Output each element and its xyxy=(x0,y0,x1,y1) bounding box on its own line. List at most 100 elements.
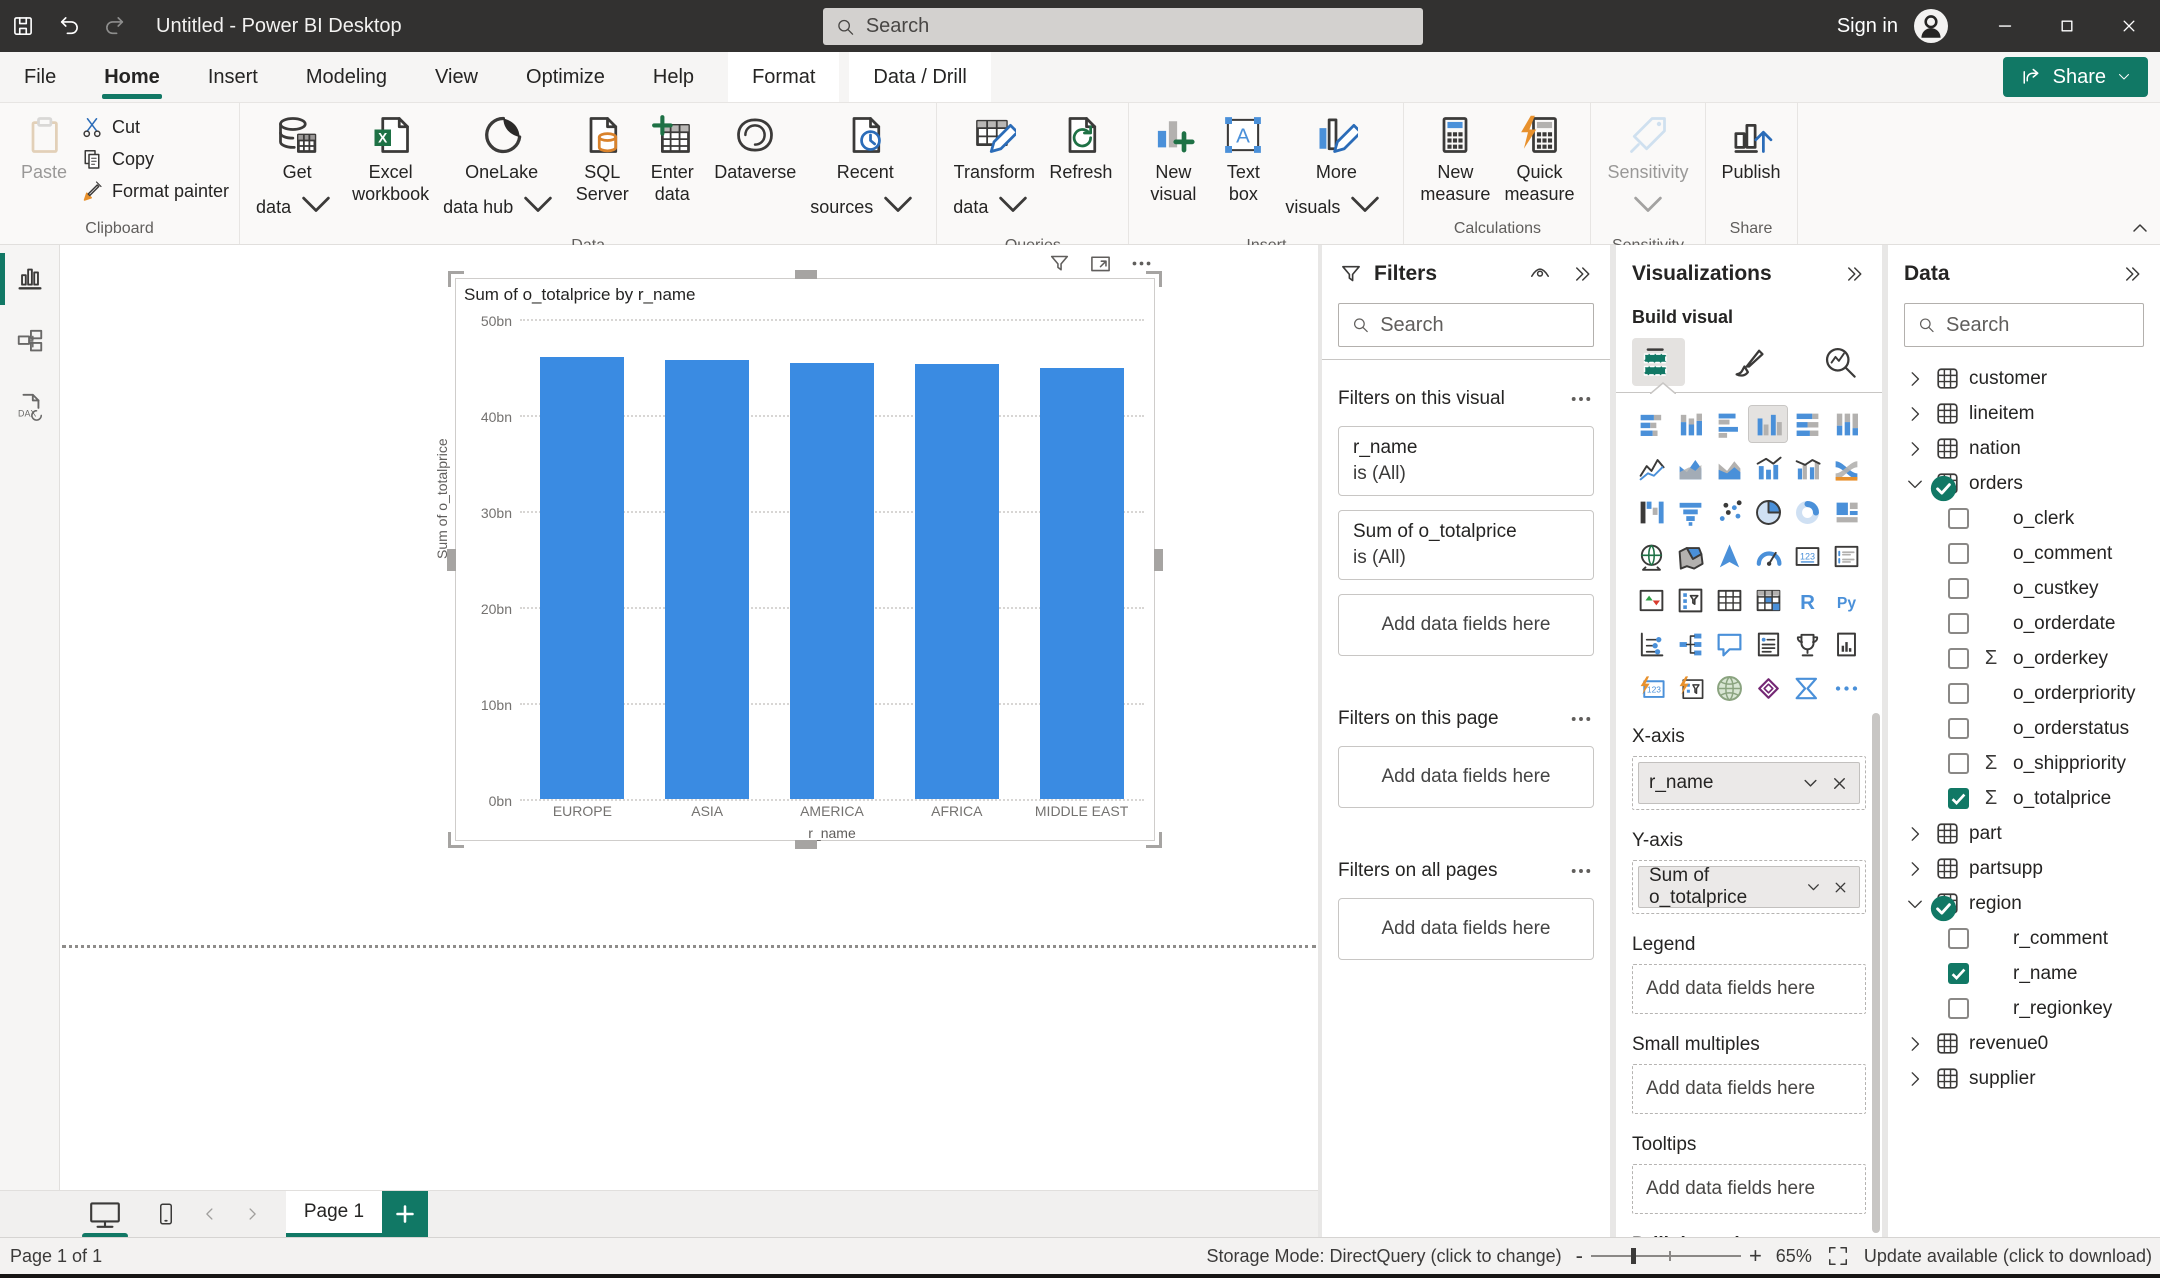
chevron-down-icon[interactable] xyxy=(1904,473,1926,495)
zoom-level[interactable]: 65% xyxy=(1776,1246,1812,1267)
zoom-slider-track[interactable] xyxy=(1591,1255,1741,1257)
tab-format-visual[interactable] xyxy=(1723,338,1776,386)
tree-field-o-clerk[interactable]: o_clerk xyxy=(1904,501,2144,536)
filters-search-input[interactable] xyxy=(1380,314,1581,337)
checkbox-checked[interactable] xyxy=(1948,963,1969,984)
tab-analytics[interactable] xyxy=(1813,338,1866,386)
desktop-layout-button[interactable] xyxy=(86,1197,124,1231)
tab-insert[interactable]: Insert xyxy=(184,52,282,102)
fit-to-page-icon[interactable] xyxy=(1826,1244,1850,1268)
bar-africa[interactable] xyxy=(915,364,999,799)
visual-type-paginated-report[interactable] xyxy=(1827,626,1865,662)
visual-type-stacked-area[interactable] xyxy=(1710,450,1748,486)
redo-button[interactable] xyxy=(92,0,138,52)
visual-type-power-apps[interactable] xyxy=(1749,670,1787,706)
tree-table-lineitem[interactable]: lineitem xyxy=(1904,396,2144,431)
visual-type-card-new[interactable]: 123 xyxy=(1632,670,1670,706)
ribbon-item-text-box[interactable]: ATextbox xyxy=(1209,109,1277,209)
collapse-visualizations-pane-icon[interactable] xyxy=(1842,262,1866,286)
visual-type-clustered-column[interactable] xyxy=(1749,406,1787,442)
well-x-axis[interactable]: r_name xyxy=(1632,756,1866,810)
visual-type-stacked-column[interactable] xyxy=(1671,406,1709,442)
tab-view[interactable]: View xyxy=(411,52,502,102)
visual-type-pie[interactable] xyxy=(1749,494,1787,530)
add-data-fields-drop-target[interactable]: Add data fields here xyxy=(1338,746,1594,808)
checkbox-unchecked[interactable] xyxy=(1948,648,1969,669)
tab-data-drill[interactable]: Data / Drill xyxy=(849,52,990,102)
sign-in-link[interactable]: Sign in xyxy=(1837,15,1898,38)
tree-field-o-totalprice[interactable]: Σo_totalprice xyxy=(1904,781,2144,816)
model-view-button[interactable] xyxy=(15,327,45,357)
visual-type-more-visuals-dots[interactable] xyxy=(1827,670,1865,706)
visual-type-treemap[interactable] xyxy=(1827,494,1865,530)
checkbox-unchecked[interactable] xyxy=(1948,613,1969,634)
global-search-box[interactable] xyxy=(823,8,1423,45)
visual-filter-icon[interactable] xyxy=(1047,251,1072,276)
data-search-input[interactable] xyxy=(1946,314,2131,337)
chevron-right-icon[interactable] xyxy=(1904,823,1926,845)
chevron-down-icon[interactable] xyxy=(1805,878,1822,897)
visualizations-scrollbar[interactable] xyxy=(1872,713,1880,1233)
tab-home[interactable]: Home xyxy=(80,52,184,102)
ribbon-item-new-measure[interactable]: Newmeasure xyxy=(1414,109,1496,209)
tree-field-o-orderkey[interactable]: Σo_orderkey xyxy=(1904,641,2144,676)
resize-handle-top-right[interactable] xyxy=(1146,271,1162,287)
checkbox-unchecked[interactable] xyxy=(1948,928,1969,949)
visual-type-gauge[interactable] xyxy=(1749,538,1787,574)
tree-table-orders[interactable]: orders xyxy=(1904,466,2144,501)
add-data-fields-drop-target[interactable]: Add data fields here xyxy=(1638,970,1860,1008)
tree-table-supplier[interactable]: supplier xyxy=(1904,1061,2144,1096)
tree-table-nation[interactable]: nation xyxy=(1904,431,2144,466)
tab-modeling[interactable]: Modeling xyxy=(282,52,411,102)
checkbox-unchecked[interactable] xyxy=(1948,998,1969,1019)
resize-handle-right[interactable] xyxy=(1154,549,1163,571)
dax-query-view-button[interactable]: DAX xyxy=(15,391,45,421)
resize-handle-top-left[interactable] xyxy=(448,271,464,287)
chevron-right-icon[interactable] xyxy=(1904,438,1926,460)
next-page-arrow[interactable] xyxy=(242,1204,262,1224)
add-data-fields-drop-target[interactable]: Add data fields here xyxy=(1338,594,1594,656)
collapse-data-pane-icon[interactable] xyxy=(2120,262,2144,286)
ribbon-item-refresh[interactable]: Refresh xyxy=(1043,109,1118,187)
ribbon-item-transform-data[interactable]: Transformdata xyxy=(947,109,1041,235)
visual-type-multi-row-card[interactable] xyxy=(1827,538,1865,574)
visual-type-clustered-bar[interactable] xyxy=(1710,406,1748,442)
undo-button[interactable] xyxy=(46,0,92,52)
chevron-right-icon[interactable] xyxy=(1904,858,1926,880)
well-legend[interactable]: Add data fields here xyxy=(1632,964,1866,1014)
mobile-layout-button[interactable] xyxy=(154,1197,178,1231)
tab-help[interactable]: Help xyxy=(629,52,718,102)
chevron-right-icon[interactable] xyxy=(1904,403,1926,425)
checkbox-unchecked[interactable] xyxy=(1948,543,1969,564)
chevron-right-icon[interactable] xyxy=(1904,1068,1926,1090)
tab-file[interactable]: File xyxy=(0,52,80,102)
ribbon-item-sensitivity[interactable]: Sensitivity xyxy=(1601,109,1694,235)
ribbon-item-copy[interactable]: Copy xyxy=(80,147,229,171)
visual-type-map[interactable] xyxy=(1632,538,1670,574)
tree-table-revenue0[interactable]: revenue0 xyxy=(1904,1026,2144,1061)
section-more-options-icon[interactable] xyxy=(1568,858,1594,884)
visual-type-donut[interactable] xyxy=(1788,494,1826,530)
visual-type-python[interactable]: Py xyxy=(1827,582,1865,618)
collapse-ribbon-button[interactable] xyxy=(2128,216,2152,240)
resize-handle-bottom-right[interactable] xyxy=(1146,832,1162,848)
section-more-options-icon[interactable] xyxy=(1568,386,1594,412)
add-page-button[interactable] xyxy=(382,1191,428,1238)
zoom-out-button[interactable]: - xyxy=(1576,1243,1583,1269)
checkbox-unchecked[interactable] xyxy=(1948,753,1969,774)
visual-type-line[interactable] xyxy=(1632,450,1670,486)
tab-build-visual[interactable] xyxy=(1632,338,1685,386)
ribbon-item-more-visuals[interactable]: Morevisuals xyxy=(1279,109,1393,235)
visual-type-stacked-bar[interactable] xyxy=(1632,406,1670,442)
tree-field-r-regionkey[interactable]: r_regionkey xyxy=(1904,991,2144,1026)
tab-optimize[interactable]: Optimize xyxy=(502,52,629,102)
add-data-fields-drop-target[interactable]: Add data fields here xyxy=(1638,1070,1860,1108)
visual-type-filled-map[interactable] xyxy=(1671,538,1709,574)
filter-card-sum-of-o-totalprice[interactable]: Sum of o_totalpriceis (All) xyxy=(1338,510,1594,580)
ribbon-item-cut[interactable]: Cut xyxy=(80,115,229,139)
ribbon-item-new-visual[interactable]: Newvisual xyxy=(1139,109,1207,209)
tree-field-r-name[interactable]: r_name xyxy=(1904,956,2144,991)
show-hide-pane-icon[interactable] xyxy=(1528,262,1552,286)
ribbon-item-excel-workbook[interactable]: XExcelworkbook xyxy=(346,109,435,209)
visual-type-slicer-new[interactable] xyxy=(1671,670,1709,706)
